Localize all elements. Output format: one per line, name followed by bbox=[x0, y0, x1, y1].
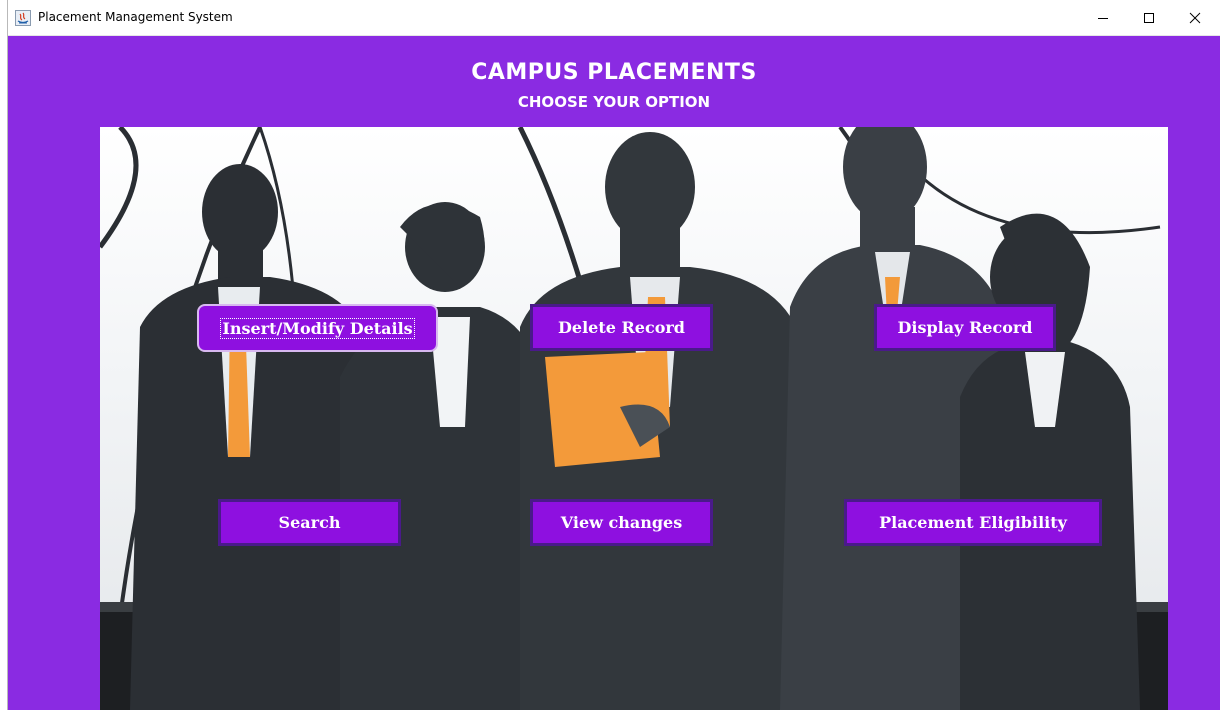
desktop-edge bbox=[0, 0, 8, 710]
java-app-icon bbox=[15, 10, 31, 26]
search-label: Search bbox=[278, 513, 341, 532]
maximize-button[interactable] bbox=[1126, 0, 1172, 36]
title-bar: Placement Management System bbox=[8, 0, 1220, 36]
close-icon bbox=[1189, 12, 1201, 24]
view-changes-button[interactable]: View changes bbox=[530, 499, 713, 546]
page-title: CAMPUS PLACEMENTS bbox=[471, 60, 757, 85]
display-record-label: Display Record bbox=[897, 318, 1033, 337]
view-changes-label: View changes bbox=[560, 513, 683, 532]
search-button[interactable]: Search bbox=[218, 499, 401, 546]
app-window: Placement Management System CAMPUS PLACE… bbox=[8, 0, 1220, 710]
placement-eligibility-label: Placement Eligibility bbox=[879, 513, 1067, 532]
placement-eligibility-button[interactable]: Placement Eligibility bbox=[844, 499, 1102, 546]
minimize-button[interactable] bbox=[1080, 0, 1126, 36]
delete-record-button[interactable]: Delete Record bbox=[530, 304, 713, 351]
minimize-icon bbox=[1098, 18, 1108, 19]
page-subtitle: CHOOSE YOUR OPTION bbox=[517, 93, 711, 111]
window-title: Placement Management System bbox=[38, 10, 233, 24]
close-button[interactable] bbox=[1172, 0, 1218, 36]
insert-modify-details-label: Insert/Modify Details bbox=[220, 317, 415, 339]
business-people-image bbox=[100, 127, 1168, 710]
display-record-button[interactable]: Display Record bbox=[874, 304, 1056, 351]
maximize-icon bbox=[1144, 13, 1154, 23]
delete-record-label: Delete Record bbox=[558, 318, 685, 337]
insert-modify-details-button[interactable]: Insert/Modify Details bbox=[197, 304, 438, 352]
